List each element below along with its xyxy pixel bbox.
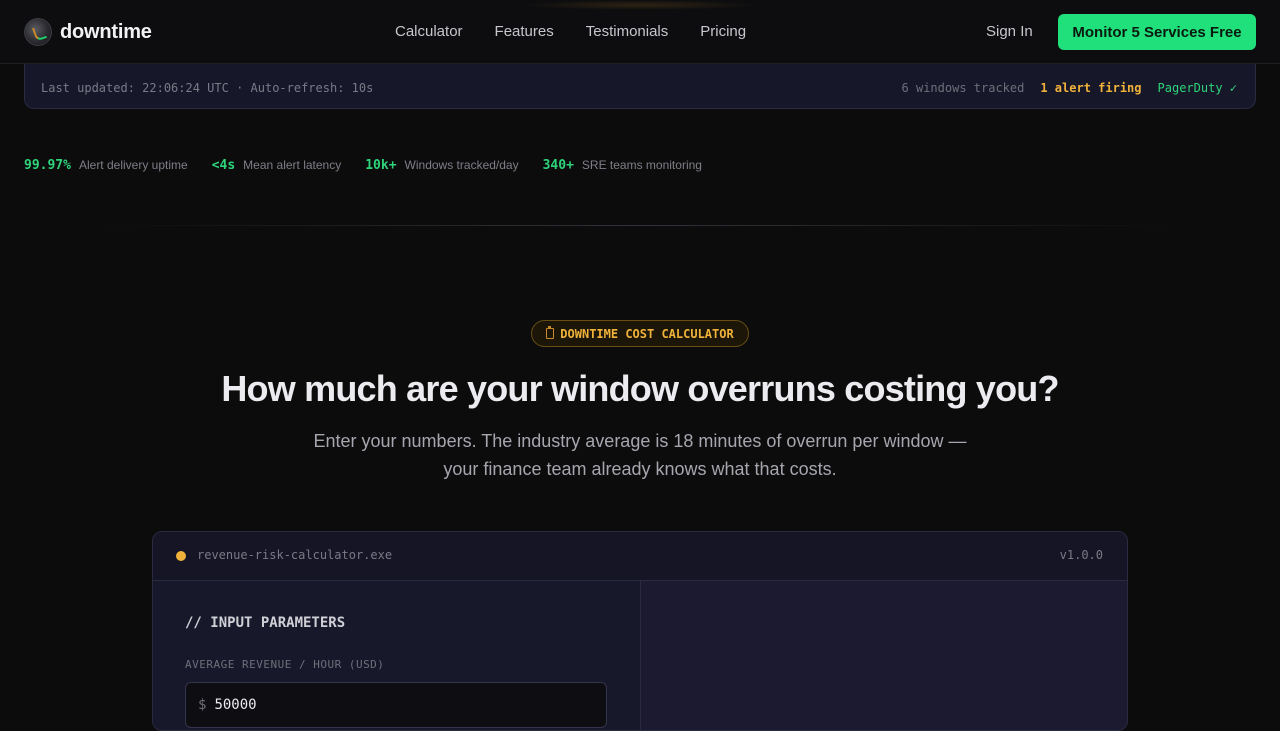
stats-row: 99.97% Alert delivery uptime <4s Mean al… — [24, 158, 702, 173]
revenue-per-hour-input[interactable] — [214, 697, 575, 713]
nav-link-testimonials[interactable]: Testimonials — [586, 23, 669, 40]
stat-windows: 10k+ Windows tracked/day — [365, 158, 518, 173]
results-panel — [640, 581, 1127, 730]
brand-logo[interactable]: downtime — [24, 18, 152, 46]
stat-label: Alert delivery uptime — [78, 158, 188, 172]
hero-subtitle-line: your finance team already knows what tha… — [443, 459, 837, 479]
status-indicators: 6 windows tracked 1 alert firing PagerDu… — [902, 81, 1237, 95]
hero-subtitle-line: Enter your numbers. The industry average… — [313, 431, 967, 451]
nav-link-features[interactable]: Features — [495, 23, 554, 40]
nav-links: Calculator Features Testimonials Pricing — [395, 23, 746, 40]
pagerduty-status: PagerDuty ✓ — [1157, 81, 1237, 95]
nav-link-pricing[interactable]: Pricing — [700, 23, 746, 40]
status-bar: Last updated: 22:06:24 UTC · Auto-refres… — [24, 64, 1256, 109]
status-dot-icon — [176, 551, 186, 561]
top-navigation: downtime Calculator Features Testimonial… — [0, 0, 1280, 64]
card-body: // INPUT PARAMETERS AVERAGE REVENUE / HO… — [153, 581, 1127, 730]
input-section-title: // INPUT PARAMETERS — [185, 615, 346, 631]
stat-uptime: 99.97% Alert delivery uptime — [24, 158, 188, 173]
stat-value: 10k+ — [365, 158, 397, 173]
stat-latency: <4s Mean alert latency — [212, 158, 342, 173]
nav-link-calculator[interactable]: Calculator — [395, 23, 463, 40]
section-divider — [100, 225, 1180, 226]
calculator-filename: revenue-risk-calculator.exe — [197, 548, 393, 562]
nav-glow — [520, 0, 760, 10]
calculator-version: v1.0.0 — [1059, 548, 1103, 562]
calculator-card: revenue-risk-calculator.exe v1.0.0 // IN… — [152, 531, 1128, 731]
badge-label: DOWNTIME COST CALCULATOR — [560, 326, 734, 341]
currency-prefix: $ — [198, 697, 207, 713]
stat-teams: 340+ SRE teams monitoring — [543, 158, 702, 173]
clipboard-icon — [546, 326, 555, 339]
gauge-logo-icon — [24, 18, 52, 46]
stat-label: Windows tracked/day — [404, 158, 519, 172]
input-panel: // INPUT PARAMETERS AVERAGE REVENUE / HO… — [153, 581, 640, 730]
windows-tracked-text: 6 windows tracked — [901, 81, 1025, 95]
stat-value: <4s — [211, 158, 236, 173]
stat-value: 340+ — [542, 158, 574, 173]
hero-title: How much are your window overruns costin… — [221, 368, 1059, 409]
hero-subtitle: Enter your numbers. The industry average… — [290, 427, 990, 483]
monitor-free-button[interactable]: Monitor 5 Services Free — [1058, 14, 1256, 50]
card-header: revenue-risk-calculator.exe v1.0.0 — [153, 532, 1127, 581]
alert-firing-badge[interactable]: 1 alert firing — [1040, 81, 1141, 95]
sign-in-link[interactable]: Sign In — [986, 23, 1033, 40]
brand-name: downtime — [60, 20, 152, 43]
revenue-field-label: AVERAGE REVENUE / HOUR (USD) — [185, 658, 385, 671]
stat-label: SRE teams monitoring — [581, 158, 702, 172]
revenue-input-wrapper[interactable]: $ — [185, 682, 607, 728]
calculator-badge: DOWNTIME COST CALCULATOR — [531, 320, 749, 347]
stat-label: Mean alert latency — [243, 158, 342, 172]
stat-value: 99.97% — [24, 158, 71, 173]
last-updated-text: Last updated: 22:06:24 UTC · Auto-refres… — [41, 81, 374, 95]
